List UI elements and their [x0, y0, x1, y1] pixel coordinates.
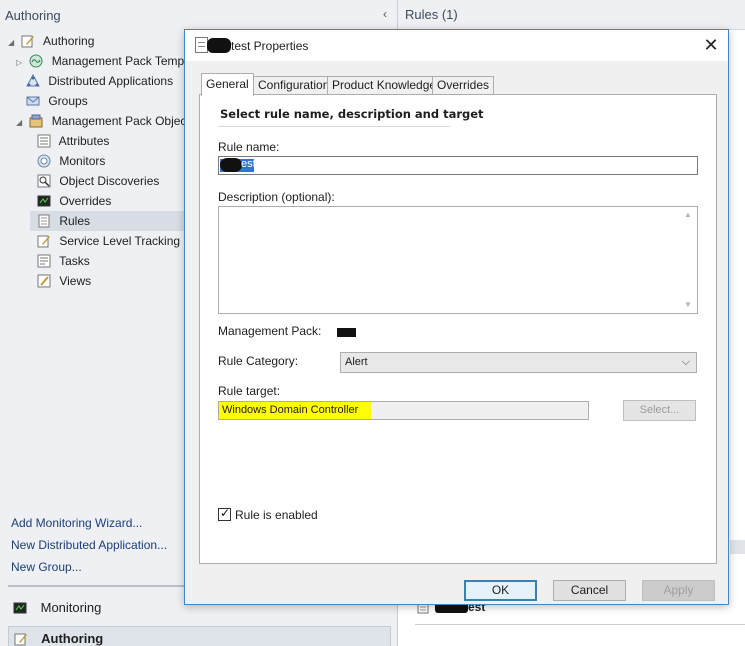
- views-icon: [37, 274, 51, 288]
- new-distributed-application-link[interactable]: New Distributed Application...: [11, 534, 167, 556]
- general-tab-panel: Select rule name, description and target…: [199, 94, 717, 564]
- tree-item-label: Rules: [59, 214, 91, 228]
- scroll-down-icon[interactable]: ▼: [684, 300, 692, 309]
- tab-product-knowledge[interactable]: Product Knowledge: [327, 76, 442, 95]
- tree-item-label: Views: [59, 274, 92, 288]
- rule-name-input[interactable]: est: [218, 156, 698, 175]
- close-icon[interactable]: ✕: [698, 34, 724, 58]
- wunderbar-label: Monitoring: [40, 600, 102, 615]
- redacted-text: [220, 158, 242, 172]
- tree-item-label: Monitors: [59, 154, 106, 168]
- rule-category-select[interactable]: Alert ⌵: [340, 352, 697, 373]
- tree-item-label: Distributed Applications: [48, 74, 174, 88]
- rule-name-label: Rule name:: [218, 140, 280, 154]
- apply-button[interactable]: Apply: [642, 580, 715, 601]
- description-label: Description (optional):: [218, 190, 335, 204]
- tree-item-label: Overrides: [59, 194, 112, 208]
- authoring-icon: [21, 35, 35, 48]
- tree-item-object-discoveries[interactable]: Object Discoveries: [37, 171, 159, 191]
- template-icon: [29, 54, 43, 68]
- tree-item-groups[interactable]: Groups: [26, 91, 88, 111]
- cancel-button[interactable]: Cancel: [553, 580, 626, 601]
- dialog-title: test Properties: [231, 39, 309, 53]
- discoveries-icon: [37, 174, 51, 188]
- overrides-icon: [37, 195, 51, 207]
- rule-name-value: est: [241, 158, 256, 170]
- tree-item-overrides[interactable]: Overrides: [37, 191, 111, 211]
- tree-item-label: Object Discoveries: [59, 174, 160, 188]
- section-heading: Select rule name, description and target: [220, 107, 484, 121]
- tree-item-attributes[interactable]: Attributes: [37, 131, 109, 151]
- rules-icon: [38, 214, 50, 228]
- results-pane-title: Rules (1): [398, 0, 745, 30]
- divider: [218, 126, 450, 127]
- tree-item-label: Service Level Tracking: [59, 234, 181, 248]
- tree-item-mp-templates[interactable]: ▷ Management Pack Templat: [16, 51, 197, 71]
- checkbox-checked-icon[interactable]: [218, 506, 231, 521]
- tree-item-label: Management Pack Objects: [51, 114, 196, 128]
- tree-item-tasks[interactable]: Tasks: [37, 251, 90, 271]
- tree-item-mp-objects[interactable]: ◢ Management Pack Objects: [16, 111, 196, 131]
- collapsed-arrow-icon[interactable]: ▷: [16, 53, 26, 73]
- new-group-link[interactable]: New Group...: [11, 556, 167, 578]
- rule-enabled-checkbox[interactable]: Rule is enabled: [218, 506, 318, 522]
- rule-properties-dialog: test Properties ✕ General Configuration …: [184, 29, 729, 605]
- distributed-apps-icon: [26, 74, 40, 87]
- wunderbar-authoring[interactable]: Authoring: [8, 626, 391, 646]
- rule-enabled-label: Rule is enabled: [235, 508, 318, 522]
- tree-item-monitors[interactable]: Monitors: [37, 151, 105, 171]
- scroll-up-icon[interactable]: ▲: [684, 210, 692, 219]
- tree-item-service-level-tracking[interactable]: Service Level Tracking: [37, 231, 180, 251]
- mp-objects-icon: [29, 114, 43, 128]
- tasks-icon: [37, 254, 51, 268]
- attributes-icon: [37, 134, 51, 148]
- redacted-text: [337, 328, 356, 337]
- collapse-pane-icon[interactable]: ‹: [383, 7, 387, 21]
- ok-button[interactable]: OK: [464, 580, 537, 601]
- redacted-text: [207, 38, 231, 53]
- tab-configuration[interactable]: Configuration: [253, 76, 335, 95]
- monitors-icon: [37, 154, 51, 168]
- chevron-down-icon: ⌵: [681, 356, 690, 368]
- authoring-icon: [14, 633, 27, 646]
- rule-target-value: Windows Domain Controller: [222, 404, 359, 416]
- rule-target-label: Rule target:: [218, 384, 281, 398]
- management-pack-label: Management Pack:: [218, 324, 322, 338]
- tab-general[interactable]: General: [201, 73, 254, 96]
- wunderbar-label: Authoring: [41, 631, 104, 646]
- groups-icon: [26, 96, 40, 106]
- tree-item-label: Attributes: [58, 134, 110, 148]
- rule-category-label: Rule Category:: [218, 354, 299, 368]
- slt-icon: [37, 235, 50, 248]
- nav-actions: Add Monitoring Wizard... New Distributed…: [11, 512, 167, 578]
- tree-item-authoring[interactable]: ◢ Authoring: [8, 31, 94, 51]
- nav-pane-title: Authoring: [5, 8, 61, 23]
- tree-item-label: Groups: [48, 94, 88, 108]
- description-textarea[interactable]: [218, 206, 698, 314]
- results-scrollbar[interactable]: [730, 540, 745, 554]
- tree-item-label: Management Pack Templat: [51, 54, 197, 68]
- rule-target-field: Windows Domain Controller: [218, 401, 589, 420]
- dialog-titlebar[interactable]: test Properties ✕: [185, 30, 728, 61]
- tab-overrides[interactable]: Overrides: [432, 76, 495, 95]
- tree-item-label: Tasks: [59, 254, 90, 268]
- tree-item-distributed-apps[interactable]: Distributed Applications: [26, 71, 173, 91]
- rule-category-value: Alert: [345, 356, 368, 368]
- tree-item-label: Authoring: [43, 34, 95, 48]
- expanded-arrow-icon[interactable]: ◢: [8, 33, 18, 53]
- tree-item-views[interactable]: Views: [37, 271, 91, 291]
- monitoring-icon: [13, 602, 27, 614]
- add-monitoring-wizard-link[interactable]: Add Monitoring Wizard...: [11, 512, 167, 534]
- expanded-arrow-icon[interactable]: ◢: [16, 113, 26, 133]
- divider: [415, 624, 745, 625]
- select-target-button[interactable]: Select...: [623, 400, 696, 421]
